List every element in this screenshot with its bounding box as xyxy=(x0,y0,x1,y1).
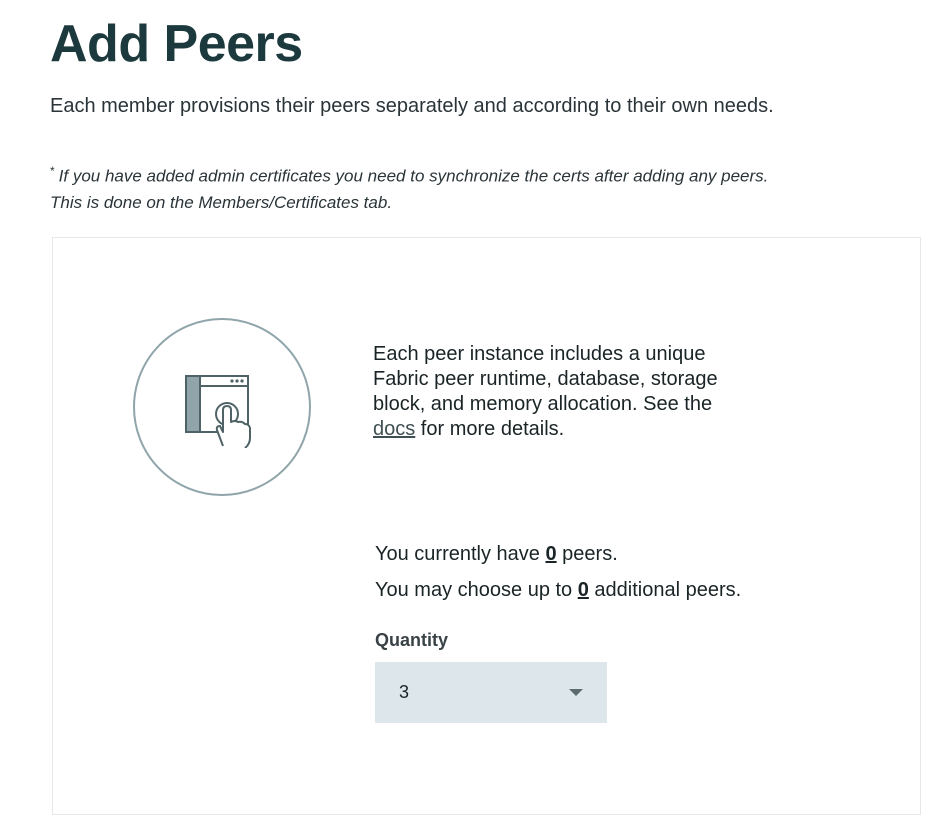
peer-info-text: Each peer instance includes a unique Fab… xyxy=(373,342,813,442)
current-peers-suffix: peers. xyxy=(556,543,618,565)
additional-peers-suffix: additional peers. xyxy=(588,579,742,601)
page-title: Add Peers xyxy=(50,15,303,73)
icon-circle xyxy=(133,318,311,496)
info-line-1: Each peer instance includes a unique xyxy=(373,343,706,365)
info-line-4: docs for more details. xyxy=(373,417,813,442)
info-line-4-rest: for more details. xyxy=(415,418,565,440)
additional-peers-line: You may choose up to 0 additional peers. xyxy=(375,572,741,608)
current-peers-line: You currently have 0 peers. xyxy=(375,536,741,572)
quantity-select[interactable]: 3 xyxy=(375,662,607,723)
add-peers-card: Each peer instance includes a unique Fab… xyxy=(52,237,921,815)
sync-certificates-note: * If you have added admin certificates yo… xyxy=(50,158,768,216)
info-line-3: block, and memory allocation. See the xyxy=(373,393,713,415)
touch-screen-icon xyxy=(185,375,251,448)
note-asterisk: * xyxy=(50,164,55,178)
page-subtitle: Each member provisions their peers separ… xyxy=(50,95,774,117)
info-line-2: Fabric peer runtime, database, storage xyxy=(373,368,718,390)
additional-peers-prefix: You may choose up to xyxy=(375,579,578,601)
current-peers-count: 0 xyxy=(545,543,557,565)
chevron-down-icon xyxy=(569,689,583,696)
peer-status: You currently have 0 peers. You may choo… xyxy=(375,536,741,608)
note-text-1: If you have added admin certificates you… xyxy=(58,166,769,186)
quantity-label: Quantity xyxy=(375,630,449,650)
current-peers-prefix: You currently have xyxy=(375,543,546,565)
additional-peers-count: 0 xyxy=(577,579,589,601)
note-line-1: * If you have added admin certificates yo… xyxy=(50,158,768,190)
docs-link[interactable]: docs xyxy=(373,418,415,440)
note-line-2: This is done on the Members/Certificates… xyxy=(50,192,393,212)
quantity-selected-value: 3 xyxy=(399,682,410,702)
